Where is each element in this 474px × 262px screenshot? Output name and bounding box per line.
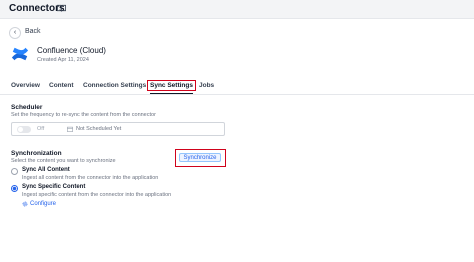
back-link[interactable]: Back [25,28,41,35]
sync-specific-label: Sync Specific Content [22,184,86,190]
top-bar: Connectors [0,0,474,19]
sync-specific-description: Ingest specific content from the connect… [22,192,172,198]
confluence-logo-icon [11,47,29,61]
sync-all-description: Ingest all content from the connector in… [22,175,159,181]
sync-all-radio[interactable] [11,168,18,175]
synchronization-description: Select the content you want to synchroni… [11,158,116,164]
sync-all-label: Sync All Content [22,167,70,173]
toggle-knob [18,127,23,132]
book-icon[interactable] [57,4,66,12]
synchronization-title: Synchronization [11,150,62,157]
scheduler-field[interactable]: Off Not Scheduled Yet [11,122,225,136]
tab-connection-settings[interactable]: Connection Settings [83,82,146,89]
sync-specific-radio[interactable] [11,185,18,192]
gear-icon[interactable] [22,201,28,207]
toggle-state-label: Off [37,126,45,132]
tab-overview[interactable]: Overview [11,82,40,89]
tab-sync-settings[interactable]: Sync Settings [147,80,196,94]
synchronize-highlight: Synchronize [175,149,226,167]
tab-jobs[interactable]: Jobs [199,82,214,89]
tab-bar: Overview Content Connection Settings Syn… [0,80,474,95]
scheduler-description: Set the frequency to re-sync the content… [11,112,156,118]
chevron-left-icon[interactable]: ‹ [9,27,21,39]
schedule-value: Not Scheduled Yet [76,126,122,132]
calendar-icon [67,126,73,132]
configure-link[interactable]: Configure [30,201,56,207]
tab-content[interactable]: Content [49,82,74,89]
synchronize-button[interactable]: Synchronize [179,153,221,162]
created-date: Created Apr 11, 2024 [37,57,89,63]
scheduler-toggle[interactable] [17,126,31,133]
connector-name: Confluence (Cloud) [37,46,106,55]
scheduler-title: Scheduler [11,104,43,111]
